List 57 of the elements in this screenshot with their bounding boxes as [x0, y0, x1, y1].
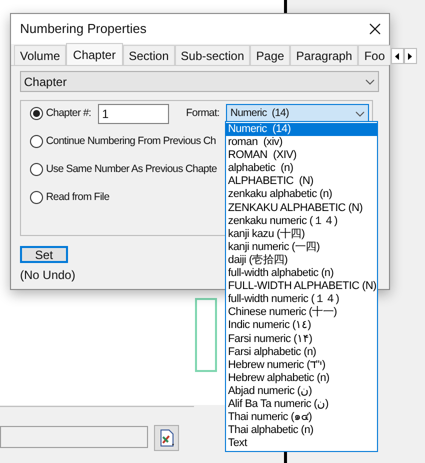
format-option[interactable]: full-width alphabetic (n) — [226, 267, 377, 280]
chapter-number-field[interactable]: 1 — [98, 104, 170, 124]
option-label: Continue Numbering From Previous Ch — [46, 134, 216, 149]
format-option[interactable]: Numeric (14) — [226, 123, 377, 136]
format-option[interactable]: full-width numeric (１４) — [226, 293, 377, 306]
chevron-down-icon — [355, 110, 366, 116]
tab[interactable]: Section — [122, 45, 175, 65]
document-tools-icon — [158, 429, 176, 447]
option-label: Chapter #: — [46, 106, 92, 121]
format-option[interactable]: Thai numeric (๑๔) — [226, 411, 377, 424]
right-arrow-icon — [408, 52, 412, 60]
format-option[interactable]: zenkaku numeric (１４) — [226, 214, 377, 228]
option-label: Use Same Number As Previous Chapte — [46, 162, 217, 177]
format-option[interactable]: zenkaku alphabetic (n) — [226, 188, 377, 202]
format-option[interactable]: ROMAN (XIV) — [226, 149, 377, 162]
format-dropdown[interactable]: Numeric (14) — [226, 104, 370, 124]
close-icon[interactable] — [369, 23, 381, 35]
radio-button[interactable] — [30, 163, 43, 176]
format-option[interactable]: Chinese numeric (十一) — [226, 306, 377, 320]
tab[interactable]: Chapter — [66, 43, 123, 65]
format-option[interactable]: alphabetic (n) — [226, 162, 377, 176]
chevron-down-icon — [365, 78, 375, 84]
tab[interactable]: Foo — [358, 45, 391, 65]
format-option[interactable]: ZENKAKU ALPHABETIC (N) — [226, 202, 377, 215]
radio-button[interactable] — [30, 135, 43, 148]
format-option[interactable]: Hebrew alphabetic (n) — [226, 372, 377, 385]
format-option[interactable]: kanji kazu (十四) — [226, 228, 377, 241]
format-option[interactable]: kanji numeric (一四) — [226, 240, 377, 254]
tab[interactable]: Sub-section — [174, 45, 250, 65]
format-option[interactable]: Thai alphabetic (n) — [226, 424, 377, 438]
format-label: Format: — [186, 106, 220, 121]
tab[interactable]: Paragraph — [290, 45, 358, 65]
radio-button[interactable] — [30, 107, 43, 120]
format-option[interactable]: Farsi numeric (۱۴) — [226, 332, 377, 346]
format-option[interactable]: Indic numeric (١٤) — [226, 319, 377, 332]
format-option[interactable]: FULL-WIDTH ALPHABETIC (N) — [226, 280, 377, 294]
undo-note: (No Undo) — [20, 267, 76, 284]
format-option[interactable]: Text — [226, 437, 377, 450]
input-field[interactable] — [0, 426, 148, 448]
set-button[interactable]: Set — [20, 246, 68, 263]
level-dropdown[interactable]: Chapter — [20, 71, 379, 92]
format-option[interactable]: Hebrew numeric (י"ד) — [226, 358, 377, 372]
format-option[interactable]: Abjad numeric (ن) — [226, 384, 377, 398]
format-option[interactable]: Farsi alphabetic (n) — [226, 346, 377, 359]
option-label: Read from File — [46, 190, 110, 205]
window-title: Numbering Properties — [20, 20, 146, 38]
tool-button[interactable] — [154, 425, 179, 451]
radio-button[interactable] — [30, 191, 43, 204]
format-option[interactable]: ALPHABETIC (N) — [226, 175, 377, 188]
format-option[interactable]: daiji (壱拾四) — [226, 254, 377, 268]
format-option[interactable]: roman (xiv) — [226, 136, 377, 150]
tab[interactable]: Page — [250, 45, 290, 65]
left-arrow-icon — [395, 52, 400, 60]
scroll-left-button[interactable] — [390, 48, 404, 64]
tab[interactable]: Volume — [14, 45, 66, 65]
format-option[interactable]: Alif Ba Ta numeric (ن) — [226, 398, 377, 412]
scroll-right-button[interactable] — [404, 48, 417, 64]
